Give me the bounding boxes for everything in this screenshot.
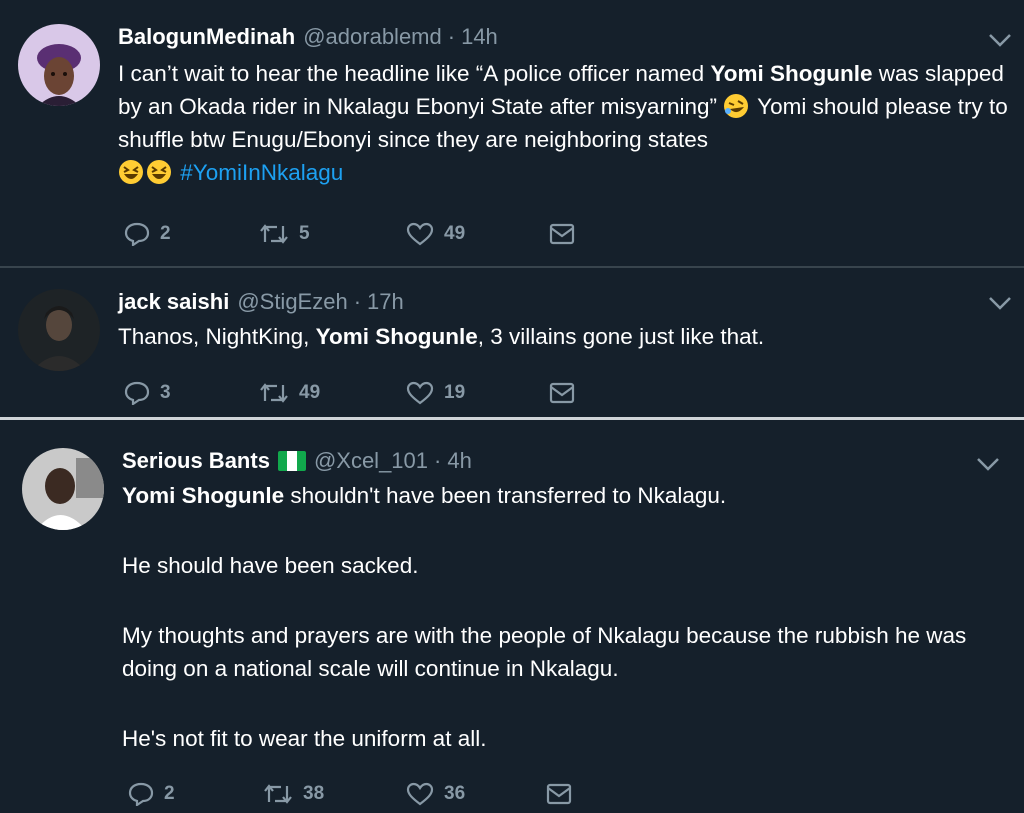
mention-bold: Yomi Shogunle — [710, 61, 873, 86]
tweet-paragraph: My thoughts and prayers are with the peo… — [122, 623, 967, 681]
avatar[interactable] — [18, 289, 100, 371]
tweet-actions: 3 49 19 — [124, 381, 575, 405]
reply-icon — [124, 381, 150, 405]
retweet-button[interactable]: 5 — [259, 222, 406, 246]
tweet-text-segment: shouldn't have been transferred to Nkala… — [284, 483, 727, 508]
user-handle[interactable]: @Xcel_101 — [314, 448, 428, 474]
retweet-count: 49 — [299, 382, 321, 403]
user-handle[interactable]: @adorablemd — [303, 24, 442, 50]
tweet-text-segment: , 3 villains gone just like that. — [477, 324, 765, 349]
grinning-squint-emoji — [147, 160, 171, 184]
separator-dot: · — [447, 24, 456, 49]
separator-dot: · — [434, 448, 442, 473]
display-name[interactable]: Serious Bants — [122, 448, 270, 474]
tweet-paragraph: He should have been sacked. — [122, 553, 419, 578]
avatar[interactable] — [18, 24, 100, 106]
tweet-text-segment: Thanos, NightKing, — [118, 324, 316, 349]
chevron-down-icon[interactable] — [986, 30, 1014, 50]
tweet-actions: 2 5 49 — [124, 222, 575, 246]
dm-icon — [549, 223, 575, 245]
tweet[interactable]: Serious Bants @Xcel_101 · 4h Yomi Shogun… — [0, 420, 1024, 813]
retweet-icon — [260, 224, 288, 244]
retweet-button[interactable]: 49 — [259, 381, 406, 405]
chevron-down-icon[interactable] — [974, 454, 1002, 474]
rofl-emoji — [724, 94, 749, 118]
direct-message-button[interactable] — [549, 382, 575, 404]
reply-count: 2 — [160, 223, 171, 244]
tweet-paragraph: Yomi Shogunle shouldn't have been transf… — [122, 479, 1012, 512]
reply-icon — [128, 782, 154, 806]
display-name[interactable]: jack saishi — [118, 289, 229, 315]
hashtag-link[interactable]: #YomiInNkalagu — [180, 160, 343, 185]
reply-button[interactable]: 2 — [128, 782, 263, 806]
tweet-header: jack saishi @StigEzeh · 17h — [118, 289, 404, 315]
tweet-text-segment: I can’t wait to hear the headline like “… — [118, 61, 711, 86]
dm-icon — [549, 382, 575, 404]
like-button[interactable]: 36 — [406, 782, 546, 806]
tweet[interactable]: BalogunMedinah @adorablemd · 14h I can’t… — [0, 0, 1024, 266]
like-icon — [406, 381, 434, 405]
timestamp[interactable]: 14h — [461, 24, 498, 50]
tweet[interactable]: jack saishi @StigEzeh · 17h Thanos, Nigh… — [0, 267, 1024, 417]
like-icon — [406, 782, 434, 806]
tweet-text: I can’t wait to hear the headline like “… — [118, 57, 1018, 189]
tweet-text: Yomi Shogunle shouldn't have been transf… — [122, 479, 1012, 755]
display-name[interactable]: BalogunMedinah — [118, 24, 295, 50]
tweet-actions: 2 38 36 — [128, 782, 572, 806]
timestamp[interactable]: 17h — [367, 289, 404, 315]
dm-icon — [546, 783, 572, 805]
tweet-paragraph: He's not fit to wear the uniform at all. — [122, 726, 487, 751]
grinning-squint-emoji — [119, 160, 143, 184]
chevron-down-icon[interactable] — [986, 293, 1014, 313]
retweet-icon — [260, 383, 288, 403]
retweet-count: 38 — [303, 783, 325, 804]
tweet-header: Serious Bants @Xcel_101 · 4h — [122, 448, 472, 474]
reply-button[interactable]: 3 — [124, 381, 259, 405]
like-button[interactable]: 19 — [406, 381, 549, 405]
timestamp[interactable]: 4h — [447, 448, 471, 474]
avatar[interactable] — [22, 448, 104, 530]
reply-count: 2 — [164, 783, 175, 804]
mention-bold: Yomi Shogunle — [122, 483, 285, 508]
tweet-text: Thanos, NightKing, Yomi Shogunle, 3 vill… — [118, 320, 1018, 353]
reply-icon — [124, 222, 150, 246]
like-count: 49 — [444, 223, 466, 244]
like-icon — [406, 222, 434, 246]
like-button[interactable]: 49 — [406, 222, 549, 246]
tweet-feed: BalogunMedinah @adorablemd · 14h I can’t… — [0, 0, 1024, 813]
mention-bold: Yomi Shogunle — [315, 324, 478, 349]
like-count: 36 — [444, 783, 466, 804]
separator-dot: · — [353, 289, 362, 314]
nigeria-flag-icon — [277, 451, 306, 471]
retweet-count: 5 — [299, 223, 310, 244]
like-count: 19 — [444, 382, 466, 403]
direct-message-button[interactable] — [546, 783, 572, 805]
retweet-icon — [264, 784, 292, 804]
direct-message-button[interactable] — [549, 223, 575, 245]
retweet-button[interactable]: 38 — [263, 782, 406, 806]
reply-button[interactable]: 2 — [124, 222, 259, 246]
user-handle[interactable]: @StigEzeh — [237, 289, 347, 315]
reply-count: 3 — [160, 382, 171, 403]
tweet-header: BalogunMedinah @adorablemd · 14h — [118, 24, 498, 50]
